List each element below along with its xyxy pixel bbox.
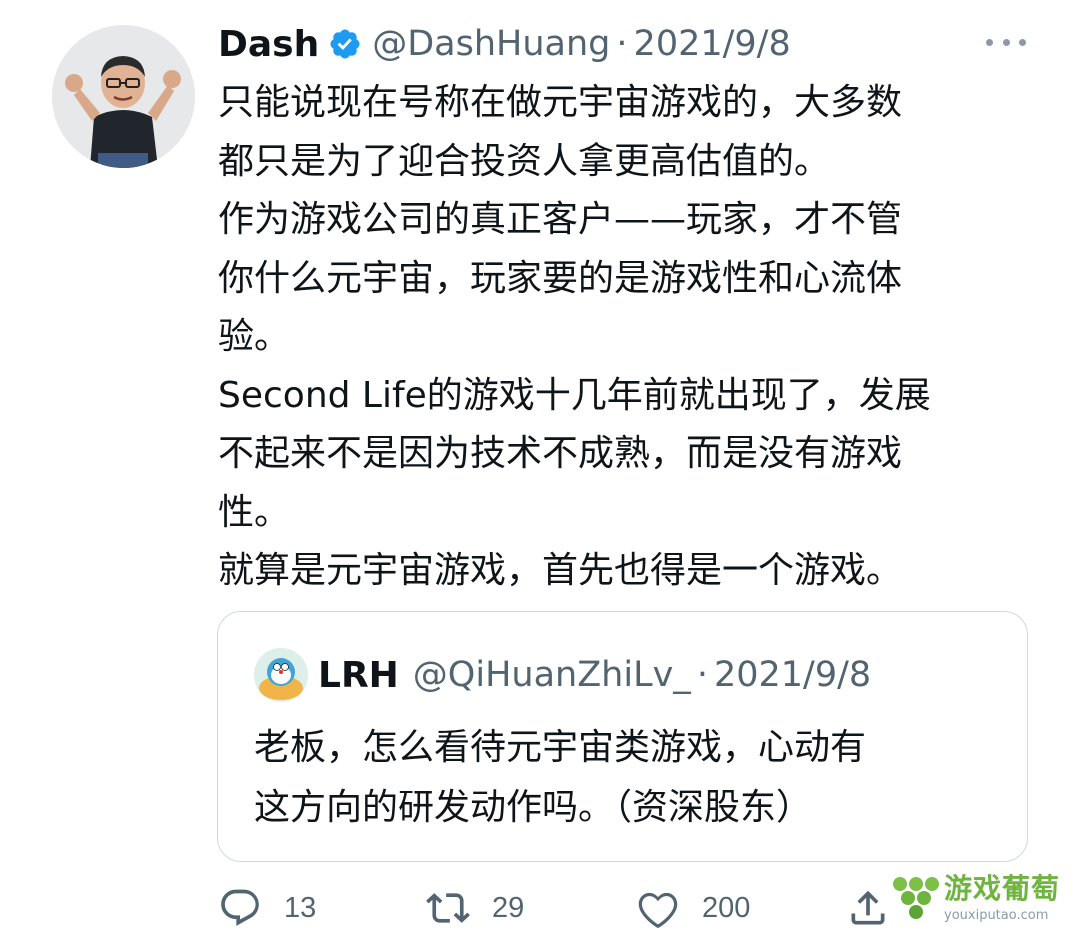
retweet-icon <box>426 893 470 923</box>
quoted-tweet-date[interactable]: 2021/9/8 <box>714 655 871 695</box>
author-handle[interactable]: @DashHuang <box>372 24 610 64</box>
tweet-date[interactable]: 2021/9/8 <box>634 24 791 64</box>
more-dot <box>1019 38 1026 46</box>
quoted-header-separator: · <box>696 655 708 695</box>
quoted-author-handle[interactable]: @QiHuanZhiLv_ <box>413 655 691 695</box>
quoted-author-avatar-image <box>254 648 308 702</box>
quoted-text-line: 这方向的研发动作吗。（资深股东） <box>254 787 813 828</box>
tweet-text-line: 都只是为了迎合投资人拿更高估值的。 <box>218 140 831 182</box>
author-name[interactable]: Dash <box>218 24 319 65</box>
retweet-count: 29 <box>492 891 525 924</box>
tweet-text-line: 只能说现在号称在做元宇宙游戏的，大多数 <box>218 82 903 123</box>
tweet-text: 只能说现在号称在做元宇宙游戏的，大多数 都只是为了迎合投资人拿更高估值的。 作为… <box>218 74 1038 601</box>
more-options-icon[interactable] <box>986 36 1026 48</box>
more-dot <box>986 38 993 46</box>
quoted-tweet-text: 老板，怎么看待元宇宙类游戏，心动有 这方向的研发动作吗。（资深股东） <box>254 718 1014 838</box>
tweet-actions: 13 29 200 <box>218 880 898 936</box>
tweet-text-line: 性。 <box>218 491 291 533</box>
quoted-author-avatar[interactable] <box>254 648 308 702</box>
watermark-text: 游戏葡萄 youxiputao.com <box>944 867 1060 923</box>
author-avatar[interactable] <box>52 25 195 168</box>
like-button[interactable]: 200 <box>636 880 750 936</box>
tweet-text-line: 你什么元宇宙，玩家要的是游戏性和心流体 <box>218 257 903 299</box>
heart-icon <box>638 892 678 929</box>
grape-logo-icon <box>893 877 939 919</box>
reply-icon <box>221 889 259 926</box>
quoted-tweet-card[interactable]: LRH @QiHuanZhiLv_ · 2021/9/8 老板，怎么看待元宇宙类… <box>217 611 1028 862</box>
retweet-button[interactable]: 29 <box>426 880 524 936</box>
author-avatar-image <box>52 25 195 168</box>
share-button[interactable] <box>846 880 890 936</box>
tweet-text-line: 作为游戏公司的真正客户——玩家，才不管 <box>218 199 903 240</box>
header-separator: · <box>616 24 628 64</box>
quoted-text-line: 老板，怎么看待元宇宙类游戏，心动有 <box>254 727 867 768</box>
more-dot <box>1002 38 1010 46</box>
reply-count: 13 <box>284 891 317 924</box>
tweet-text-line: Second Life的游戏十几年前就出现了，发展 <box>218 374 931 416</box>
verified-badge-icon <box>330 29 360 59</box>
share-icon <box>851 890 885 925</box>
like-count: 200 <box>702 891 751 924</box>
tweet-text-line: 不起来不是因为技术不成熟，而是没有游戏 <box>218 433 903 474</box>
quoted-tweet-header: LRH @QiHuanZhiLv_ · 2021/9/8 <box>318 650 871 700</box>
tweet-header: Dash @DashHuang · 2021/9/8 <box>218 18 791 70</box>
watermark-en: youxiputao.com <box>944 908 1049 923</box>
tweet-text-line: 验。 <box>218 316 291 357</box>
quoted-author-name[interactable]: LRH <box>318 655 399 696</box>
tweet-text-line: 就算是元宇宙游戏，首先也得是一个游戏。 <box>218 550 903 591</box>
watermark: 游戏葡萄 youxiputao.com <box>886 860 1066 930</box>
reply-button[interactable]: 13 <box>218 880 316 936</box>
watermark-cn: 游戏葡萄 <box>944 872 1061 905</box>
